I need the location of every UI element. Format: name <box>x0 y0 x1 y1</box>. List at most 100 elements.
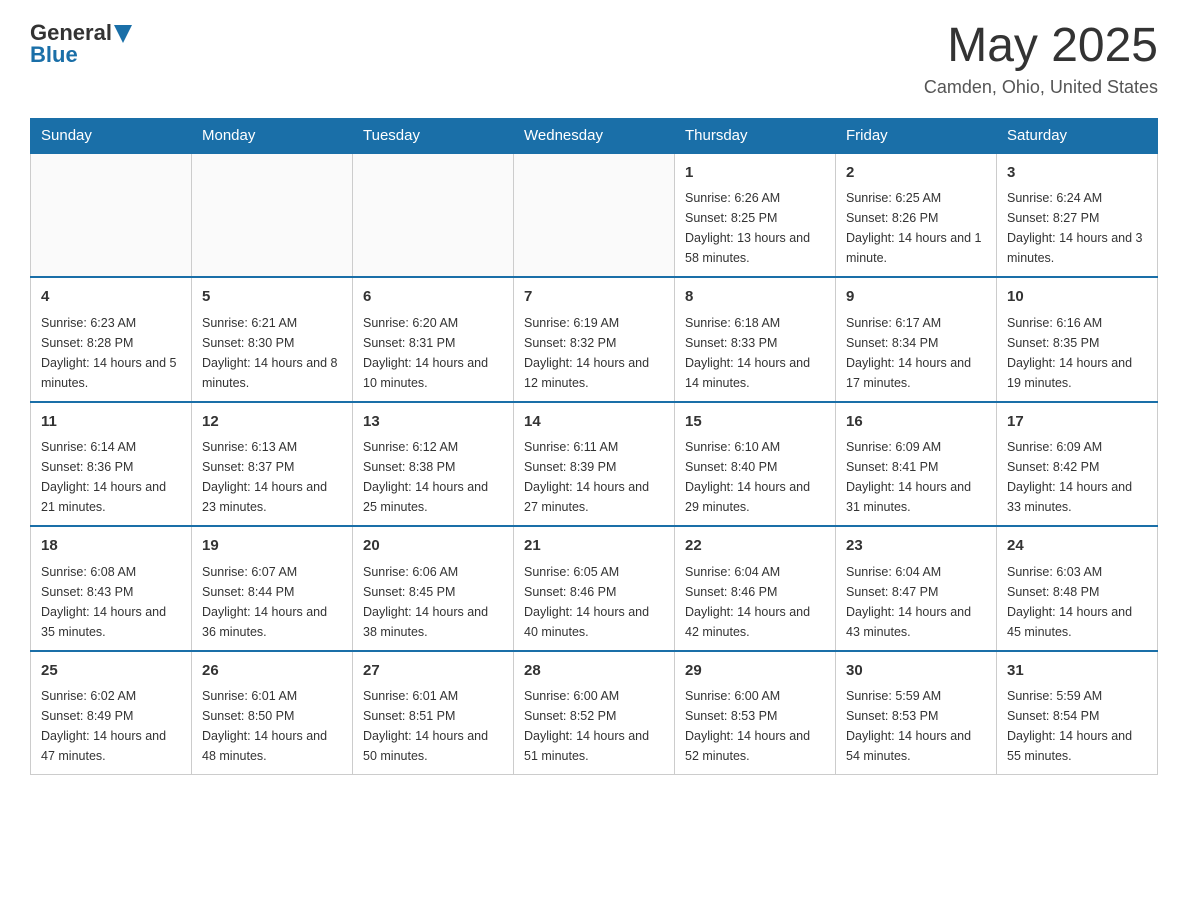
calendar-cell <box>514 153 675 278</box>
day-info: Sunrise: 6:20 AM Sunset: 8:31 PM Dayligh… <box>363 313 503 393</box>
day-number: 7 <box>524 286 664 309</box>
calendar-cell: 26 Sunrise: 6:01 AM Sunset: 8:50 PM Dayli… <box>192 651 353 775</box>
calendar-cell: 29 Sunrise: 6:00 AM Sunset: 8:53 PM Dayli… <box>675 651 836 775</box>
calendar-cell: 4 Sunrise: 6:23 AM Sunset: 8:28 PM Daylig… <box>31 277 192 402</box>
logo: General Blue <box>30 20 132 68</box>
calendar-week-row: 11 Sunrise: 6:14 AM Sunset: 8:36 PM Dayli… <box>31 402 1158 527</box>
day-number: 20 <box>363 535 503 558</box>
calendar-cell: 2 Sunrise: 6:25 AM Sunset: 8:26 PM Daylig… <box>836 153 997 278</box>
day-info: Sunrise: 6:17 AM Sunset: 8:34 PM Dayligh… <box>846 313 986 393</box>
calendar-cell: 17Sunrise: 6:09 AM Sunset: 8:42 PM Dayli… <box>997 402 1158 527</box>
day-number: 1 <box>685 162 825 185</box>
calendar-cell <box>31 153 192 278</box>
day-info: Sunrise: 6:16 AM Sunset: 8:35 PM Dayligh… <box>1007 313 1147 393</box>
calendar-cell: 11 Sunrise: 6:14 AM Sunset: 8:36 PM Dayli… <box>31 402 192 527</box>
calendar-cell: 22 Sunrise: 6:04 AM Sunset: 8:46 PM Dayli… <box>675 526 836 651</box>
day-number: 23 <box>846 535 986 558</box>
day-number: 30 <box>846 660 986 683</box>
day-number: 24 <box>1007 535 1147 558</box>
month-year-title: May 2025 <box>924 20 1158 73</box>
day-info: Sunrise: 6:00 AM Sunset: 8:53 PM Dayligh… <box>685 686 825 766</box>
day-info: Sunrise: 6:19 AM Sunset: 8:32 PM Dayligh… <box>524 313 664 393</box>
day-number: 9 <box>846 286 986 309</box>
day-number: 27 <box>363 660 503 683</box>
day-number: 29 <box>685 660 825 683</box>
calendar-cell: 12 Sunrise: 6:13 AM Sunset: 8:37 PM Dayli… <box>192 402 353 527</box>
calendar-cell: 16 Sunrise: 6:09 AM Sunset: 8:41 PM Dayli… <box>836 402 997 527</box>
column-header-tuesday: Tuesday <box>353 118 514 153</box>
calendar-cell: 1 Sunrise: 6:26 AM Sunset: 8:25 PM Daylig… <box>675 153 836 278</box>
title-section: May 2025 Camden, Ohio, United States <box>924 20 1158 98</box>
calendar-week-row: 18 Sunrise: 6:08 AM Sunset: 8:43 PM Dayli… <box>31 526 1158 651</box>
column-header-saturday: Saturday <box>997 118 1158 153</box>
day-info: Sunrise: 6:00 AM Sunset: 8:52 PM Dayligh… <box>524 686 664 766</box>
day-number: 3 <box>1007 162 1147 185</box>
day-number: 14 <box>524 411 664 434</box>
day-info: Sunrise: 6:14 AM Sunset: 8:36 PM Dayligh… <box>41 437 181 517</box>
day-number: 13 <box>363 411 503 434</box>
calendar-cell: 21 Sunrise: 6:05 AM Sunset: 8:46 PM Dayli… <box>514 526 675 651</box>
day-info: Sunrise: 6:25 AM Sunset: 8:26 PM Dayligh… <box>846 188 986 268</box>
logo-triangle-icon <box>114 25 132 43</box>
calendar-cell: 25Sunrise: 6:02 AM Sunset: 8:49 PM Dayli… <box>31 651 192 775</box>
day-number: 26 <box>202 660 342 683</box>
day-number: 16 <box>846 411 986 434</box>
calendar-cell: 5 Sunrise: 6:21 AM Sunset: 8:30 PM Daylig… <box>192 277 353 402</box>
day-number: 2 <box>846 162 986 185</box>
calendar-cell <box>192 153 353 278</box>
day-number: 12 <box>202 411 342 434</box>
day-info: Sunrise: 6:03 AM Sunset: 8:48 PM Dayligh… <box>1007 562 1147 642</box>
day-info: Sunrise: 6:13 AM Sunset: 8:37 PM Dayligh… <box>202 437 342 517</box>
calendar-cell: 24 Sunrise: 6:03 AM Sunset: 8:48 PM Dayli… <box>997 526 1158 651</box>
day-info: Sunrise: 6:10 AM Sunset: 8:40 PM Dayligh… <box>685 437 825 517</box>
day-info: Sunrise: 6:09 AM Sunset: 8:42 PM Dayligh… <box>1007 437 1147 517</box>
day-info: Sunrise: 6:06 AM Sunset: 8:45 PM Dayligh… <box>363 562 503 642</box>
calendar-cell: 13 Sunrise: 6:12 AM Sunset: 8:38 PM Dayli… <box>353 402 514 527</box>
day-number: 22 <box>685 535 825 558</box>
calendar-cell: 7 Sunrise: 6:19 AM Sunset: 8:32 PM Daylig… <box>514 277 675 402</box>
day-number: 11 <box>41 411 181 434</box>
page-header: General Blue May 2025 Camden, Ohio, Unit… <box>30 20 1158 98</box>
day-info: Sunrise: 6:24 AM Sunset: 8:27 PM Dayligh… <box>1007 188 1147 268</box>
logo-blue: Blue <box>30 42 78 68</box>
day-number: 4 <box>41 286 181 309</box>
day-info: Sunrise: 6:18 AM Sunset: 8:33 PM Dayligh… <box>685 313 825 393</box>
calendar-cell: 8Sunrise: 6:18 AM Sunset: 8:33 PM Daylig… <box>675 277 836 402</box>
calendar-week-row: 25Sunrise: 6:02 AM Sunset: 8:49 PM Dayli… <box>31 651 1158 775</box>
day-info: Sunrise: 6:05 AM Sunset: 8:46 PM Dayligh… <box>524 562 664 642</box>
day-number: 19 <box>202 535 342 558</box>
day-info: Sunrise: 6:01 AM Sunset: 8:50 PM Dayligh… <box>202 686 342 766</box>
calendar-cell: 15 Sunrise: 6:10 AM Sunset: 8:40 PM Dayli… <box>675 402 836 527</box>
calendar-cell: 20 Sunrise: 6:06 AM Sunset: 8:45 PM Dayli… <box>353 526 514 651</box>
day-number: 21 <box>524 535 664 558</box>
calendar-cell: 10Sunrise: 6:16 AM Sunset: 8:35 PM Dayli… <box>997 277 1158 402</box>
day-info: Sunrise: 6:11 AM Sunset: 8:39 PM Dayligh… <box>524 437 664 517</box>
calendar-cell <box>353 153 514 278</box>
day-info: Sunrise: 6:04 AM Sunset: 8:46 PM Dayligh… <box>685 562 825 642</box>
calendar-week-row: 1 Sunrise: 6:26 AM Sunset: 8:25 PM Daylig… <box>31 153 1158 278</box>
calendar-cell: 27 Sunrise: 6:01 AM Sunset: 8:51 PM Dayli… <box>353 651 514 775</box>
day-number: 28 <box>524 660 664 683</box>
calendar-cell: 23 Sunrise: 6:04 AM Sunset: 8:47 PM Dayli… <box>836 526 997 651</box>
column-header-friday: Friday <box>836 118 997 153</box>
day-info: Sunrise: 6:01 AM Sunset: 8:51 PM Dayligh… <box>363 686 503 766</box>
day-info: Sunrise: 6:26 AM Sunset: 8:25 PM Dayligh… <box>685 188 825 268</box>
day-info: Sunrise: 6:21 AM Sunset: 8:30 PM Dayligh… <box>202 313 342 393</box>
day-info: Sunrise: 6:12 AM Sunset: 8:38 PM Dayligh… <box>363 437 503 517</box>
calendar-cell: 3 Sunrise: 6:24 AM Sunset: 8:27 PM Daylig… <box>997 153 1158 278</box>
day-info: Sunrise: 6:04 AM Sunset: 8:47 PM Dayligh… <box>846 562 986 642</box>
location-subtitle: Camden, Ohio, United States <box>924 77 1158 98</box>
day-info: Sunrise: 6:08 AM Sunset: 8:43 PM Dayligh… <box>41 562 181 642</box>
day-info: Sunrise: 6:09 AM Sunset: 8:41 PM Dayligh… <box>846 437 986 517</box>
calendar-cell: 30Sunrise: 5:59 AM Sunset: 8:53 PM Dayli… <box>836 651 997 775</box>
calendar-cell: 18 Sunrise: 6:08 AM Sunset: 8:43 PM Dayli… <box>31 526 192 651</box>
day-number: 18 <box>41 535 181 558</box>
day-number: 15 <box>685 411 825 434</box>
day-info: Sunrise: 6:02 AM Sunset: 8:49 PM Dayligh… <box>41 686 181 766</box>
day-number: 5 <box>202 286 342 309</box>
day-info: Sunrise: 5:59 AM Sunset: 8:54 PM Dayligh… <box>1007 686 1147 766</box>
calendar-cell: 31 Sunrise: 5:59 AM Sunset: 8:54 PM Dayli… <box>997 651 1158 775</box>
day-info: Sunrise: 6:23 AM Sunset: 8:28 PM Dayligh… <box>41 313 181 393</box>
calendar-cell: 14 Sunrise: 6:11 AM Sunset: 8:39 PM Dayli… <box>514 402 675 527</box>
day-number: 31 <box>1007 660 1147 683</box>
